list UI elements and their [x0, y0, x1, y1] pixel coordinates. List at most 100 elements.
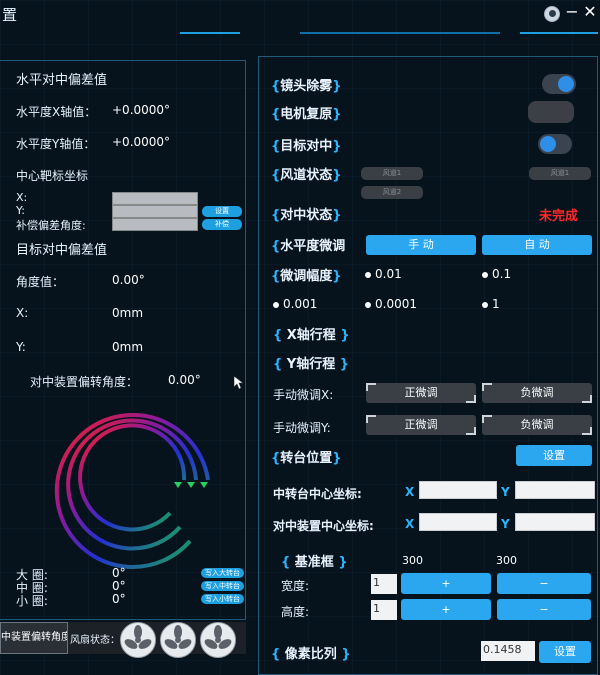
coord-x-input[interactable]: [112, 192, 198, 205]
turntable-position-title: {转台位置}: [271, 451, 342, 466]
comp-angle-label: 补偿偏差角度:: [16, 219, 86, 232]
lens-defog-title: {镜头除雾}: [271, 79, 342, 94]
range-option-1[interactable]: 1: [482, 297, 500, 311]
minimize-icon[interactable]: −: [564, 2, 580, 21]
device-center-label: 对中装置中心坐标:: [273, 519, 374, 533]
offset-y-value: 0mm: [112, 340, 144, 354]
device-center-x-input[interactable]: [419, 513, 497, 531]
width-plus-button[interactable]: +: [401, 573, 491, 594]
coord-set-button[interactable]: 设置: [202, 206, 242, 217]
auto-button[interactable]: 自 动: [482, 235, 592, 255]
y-negative-button[interactable]: 负微调: [482, 415, 592, 435]
title-accent-line: [520, 32, 598, 34]
fan-icon: [160, 622, 196, 658]
y-travel-title: { Y轴行程 }: [273, 357, 349, 372]
pixel-ratio-input[interactable]: 0.1458: [481, 641, 535, 661]
height-label: 高度:: [281, 605, 310, 619]
level-y-label: 水平度Y轴值：: [16, 137, 96, 151]
fine-range-title: {微调幅度}: [271, 269, 342, 284]
write-small-turntable-button[interactable]: 写入小转台: [201, 594, 244, 604]
turntable-rings: [54, 412, 210, 569]
width-input[interactable]: 1: [371, 574, 397, 594]
height-minus-button[interactable]: −: [497, 599, 591, 620]
write-mid-turntable-button[interactable]: 写入中转台: [201, 581, 244, 591]
frame-width-value: 300: [402, 554, 423, 567]
small-ring-marker: [174, 482, 182, 488]
window-title: 置: [2, 6, 18, 24]
big-ring-value: 0°: [112, 566, 126, 580]
motor-reset-toggle[interactable]: [528, 101, 574, 123]
duct-1-right-button[interactable]: 风道1: [529, 167, 591, 180]
right-panel: {镜头除雾} {电机复原} {目标对中} {风道状态} 风道1 风道2 风道1 …: [258, 56, 598, 675]
motor-reset-title: {电机复原}: [271, 107, 342, 122]
mid-center-x-input[interactable]: [419, 481, 497, 499]
comp-angle-input[interactable]: [112, 218, 198, 231]
angle-label: 角度值：: [16, 275, 65, 289]
coord-y-label: Y:: [16, 204, 25, 217]
coord-y-input[interactable]: [112, 205, 198, 218]
manual-button[interactable]: 手 动: [366, 235, 476, 255]
mid-center-label: 中转台中心坐标:: [273, 487, 362, 501]
big-ring: [54, 412, 210, 569]
target-center-toggle[interactable]: [538, 134, 572, 154]
title-bar: 置 − ✕: [0, 0, 600, 50]
target-coord-title: 中心靶标坐标: [16, 169, 89, 183]
offset-x-value: 0mm: [112, 306, 144, 320]
pixel-ratio-set-button[interactable]: 设置: [539, 641, 591, 663]
manual-y-label: 手动微调Y:: [273, 421, 331, 435]
small-ring-value: 0°: [112, 592, 126, 606]
mid-center-y-input[interactable]: [515, 481, 595, 499]
level-fine-title: {水平度微调: [271, 239, 346, 254]
fan-icon: [200, 622, 236, 658]
device-center-y-label: Y: [501, 517, 510, 531]
x-positive-button[interactable]: 正微调: [366, 383, 476, 403]
width-minus-button[interactable]: −: [497, 573, 591, 594]
user-avatar[interactable]: [544, 6, 560, 22]
center-state-title: {对中状态}: [271, 208, 342, 223]
level-y-value: +0.0000°: [112, 135, 171, 149]
x-negative-button[interactable]: 负微调: [482, 383, 592, 403]
target-center-title: {目标对中}: [271, 139, 342, 154]
device-center-x-label: X: [405, 517, 415, 531]
pixel-ratio-title: { 像素比列 }: [271, 647, 351, 662]
mouse-cursor-icon: [234, 376, 244, 390]
write-big-turntable-button[interactable]: 写入大转台: [201, 568, 244, 578]
fan-status-label: 风扇状态：: [70, 635, 120, 646]
center-state-value: 未完成: [539, 209, 579, 224]
left-panel: 水平对中偏差值 水平度X轴值： +0.0000° 水平度Y轴值： +0.0000…: [0, 60, 246, 620]
rotation-angle-tab[interactable]: 中装置偏转角度: [0, 622, 68, 654]
mid-center-x-label: X: [405, 485, 415, 499]
target-deviation-title: 目标对中偏差值: [16, 243, 108, 258]
offset-y-label: Y:: [16, 340, 26, 354]
manual-x-label: 手动微调X:: [273, 388, 334, 402]
level-deviation-title: 水平对中偏差值: [16, 73, 108, 88]
compensate-button[interactable]: 补偿: [202, 219, 242, 230]
duct-status-title: {风道状态}: [271, 168, 342, 183]
lens-defog-toggle[interactable]: [542, 74, 576, 94]
duct-2-button[interactable]: 风道2: [361, 186, 423, 199]
range-option-0.01[interactable]: 0.01: [365, 267, 402, 281]
width-label: 宽度:: [281, 579, 310, 593]
middle-ring-value: 0°: [112, 579, 126, 593]
reference-frame-title: { 基准框 }: [281, 555, 348, 570]
small-ring: [78, 423, 187, 532]
middle-ring-marker: [187, 482, 195, 488]
duct-1-button[interactable]: 风道1: [361, 167, 423, 180]
rotation-value: 0.00°: [168, 373, 201, 387]
range-option-0.001[interactable]: 0.001: [273, 297, 317, 311]
mid-center-y-label: Y: [501, 485, 510, 499]
device-center-y-input[interactable]: [515, 513, 595, 531]
range-option-0.0001[interactable]: 0.0001: [365, 297, 417, 311]
turntable-set-button[interactable]: 设置: [516, 445, 592, 466]
small-ring-label: 小 圈:: [16, 594, 48, 608]
close-icon[interactable]: ✕: [582, 2, 598, 21]
offset-x-label: X:: [16, 306, 29, 320]
height-plus-button[interactable]: +: [401, 599, 491, 620]
height-input[interactable]: 1: [371, 600, 397, 620]
title-accent-line: [180, 32, 240, 34]
y-positive-button[interactable]: 正微调: [366, 415, 476, 435]
big-ring-marker: [200, 482, 208, 488]
range-option-0.1[interactable]: 0.1: [482, 267, 511, 281]
angle-value: 0.00°: [112, 273, 145, 287]
level-x-value: +0.0000°: [112, 103, 171, 117]
